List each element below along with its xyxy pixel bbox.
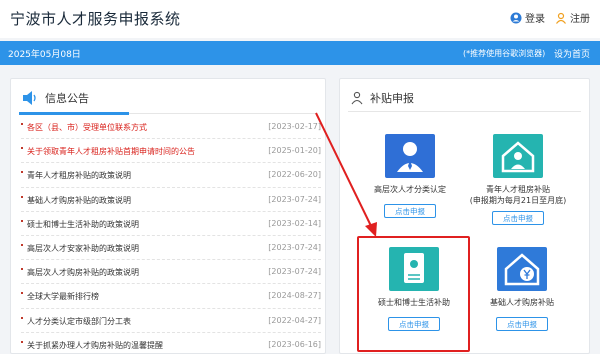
header-links: 登录 注册	[510, 10, 590, 25]
notice-item-date: [2023-07-24]	[268, 242, 321, 252]
bullet-icon	[21, 268, 23, 271]
bullet-icon	[21, 243, 23, 246]
notice-item-title[interactable]: 高层次人才购房补贴的政策说明	[27, 267, 139, 278]
notice-divider	[19, 112, 317, 115]
card-label-line2: (申报期为每月21日至月底)	[469, 196, 567, 205]
site-title: 宁波市人才服务申报系统	[10, 10, 181, 28]
card-label: 高层次人才分类认定	[374, 185, 446, 194]
notice-title: 信息公告	[45, 92, 89, 105]
notice-item[interactable]: 全球大学最新排行榜 [2024-08-27]	[21, 284, 321, 309]
card-label: 青年人才租房补贴 (申报期为每月21日至月底)	[463, 184, 573, 206]
register-link[interactable]: 注册	[555, 10, 590, 25]
notice-item-date: [2022-04-27]	[268, 315, 321, 325]
notice-item-date: [2023-02-14]	[268, 218, 321, 228]
notice-item-date: [2023-07-24]	[268, 267, 321, 277]
bullet-icon	[21, 292, 23, 295]
person-doc-icon	[351, 91, 363, 105]
notice-item[interactable]: 青年人才租房补贴的政策说明 [2022-06-20]	[21, 163, 321, 188]
notice-item[interactable]: 各区（县、市）受理单位联系方式 [2023-02-17]	[21, 115, 321, 140]
subsidy-divider	[348, 111, 581, 112]
subsidy-card-talent-certification[interactable]: 高层次人才分类认定 点击申报	[355, 134, 465, 218]
highlight-box	[357, 236, 470, 352]
person-icon	[385, 134, 435, 178]
notice-item[interactable]: 硕士和博士生活补助的政策说明 [2023-02-14]	[21, 212, 321, 236]
set-homepage-link[interactable]: 设为首页	[554, 47, 590, 60]
notice-item-title[interactable]: 硕士和博士生活补助的政策说明	[27, 219, 139, 230]
notice-item[interactable]: 人才分类认定市级部门分工表 [2022-04-27]	[21, 309, 321, 333]
subsidy-card-housing[interactable]: 基础人才购房补贴 点击申报	[467, 247, 577, 331]
notice-item[interactable]: 基础人才购房补贴的政策说明 [2023-07-24]	[21, 188, 321, 212]
notice-item-title[interactable]: 全球大学最新排行榜	[27, 291, 99, 302]
notice-item-date: [2023-02-17]	[268, 122, 321, 131]
notice-item-title[interactable]: 青年人才租房补贴的政策说明	[27, 170, 131, 181]
login-label: 登录	[525, 14, 545, 25]
subsidy-card-rent[interactable]: 青年人才租房补贴 (申报期为每月21日至月底) 点击申报	[463, 134, 573, 225]
notice-item[interactable]: 高层次人才安家补助的政策说明 [2023-07-24]	[21, 236, 321, 261]
user-circle-icon	[510, 12, 522, 23]
login-link[interactable]: 登录	[510, 10, 545, 25]
house-yen-icon	[497, 247, 547, 291]
notice-list: 各区（县、市）受理单位联系方式 [2023-02-17] 关于领取青年人才租房补贴首…	[21, 115, 321, 354]
bullet-icon	[21, 219, 23, 222]
notice-item-title[interactable]: 人才分类认定市级部门分工表	[27, 316, 131, 327]
card-label: 基础人才购房补贴	[490, 298, 554, 307]
house-person-icon	[493, 134, 543, 178]
notice-item-date: [2023-07-24]	[268, 194, 321, 204]
apply-button[interactable]: 点击申报	[496, 317, 548, 331]
info-bar: 2025年05月08日 (*推荐使用谷歌浏览器) 设为首页	[0, 41, 600, 65]
notice-header: 信息公告	[21, 87, 89, 109]
current-date: 2025年05月08日	[8, 50, 81, 60]
bullet-icon	[21, 316, 23, 319]
bullet-icon	[21, 340, 23, 343]
notice-item[interactable]: 关于抓紧办理人才购房补贴的温馨提醒 [2023-06-16]	[21, 333, 321, 354]
notice-item[interactable]: 关于领取青年人才租房补贴首期申请时间的公告 [2025-01-20]	[21, 139, 321, 164]
notice-item-date: [2024-08-27]	[268, 291, 321, 301]
notice-item-date: [2023-06-16]	[268, 339, 321, 349]
notice-item-title[interactable]: 各区（县、市）受理单位联系方式	[27, 122, 147, 133]
person-outline-icon	[556, 12, 566, 24]
subsidy-title: 补贴申报	[370, 92, 414, 105]
apply-button[interactable]: 点击申报	[492, 211, 544, 225]
bullet-icon	[21, 123, 23, 125]
notice-item-title[interactable]: 基础人才购房补贴的政策说明	[27, 195, 131, 206]
notice-panel: 信息公告 各区（县、市）受理单位联系方式 [2023-02-17] 关于领取青年人才…	[10, 78, 326, 354]
register-label: 注册	[570, 14, 590, 25]
speaker-icon	[23, 91, 36, 105]
subsidy-header: 补贴申报	[350, 87, 414, 109]
bullet-icon	[21, 171, 23, 174]
notice-item-title[interactable]: 高层次人才安家补助的政策说明	[27, 243, 139, 254]
notice-item-title[interactable]: 关于抓紧办理人才购房补贴的温馨提醒	[27, 340, 163, 351]
notice-item-date: [2022-06-20]	[268, 170, 321, 180]
browser-tip: (*推荐使用谷歌浏览器)	[463, 49, 546, 58]
notice-item-title[interactable]: 关于领取青年人才租房补贴首期申请时间的公告	[27, 146, 195, 157]
notice-item[interactable]: 高层次人才购房补贴的政策说明 [2023-07-24]	[21, 260, 321, 285]
card-label-line1: 青年人才租房补贴	[486, 185, 550, 194]
notice-item-date: [2025-01-20]	[268, 146, 321, 156]
site-header: 宁波市人才服务申报系统 登录 注册	[0, 0, 600, 38]
bullet-icon	[21, 195, 23, 198]
bullet-icon	[21, 147, 23, 150]
apply-button[interactable]: 点击申报	[384, 204, 436, 218]
